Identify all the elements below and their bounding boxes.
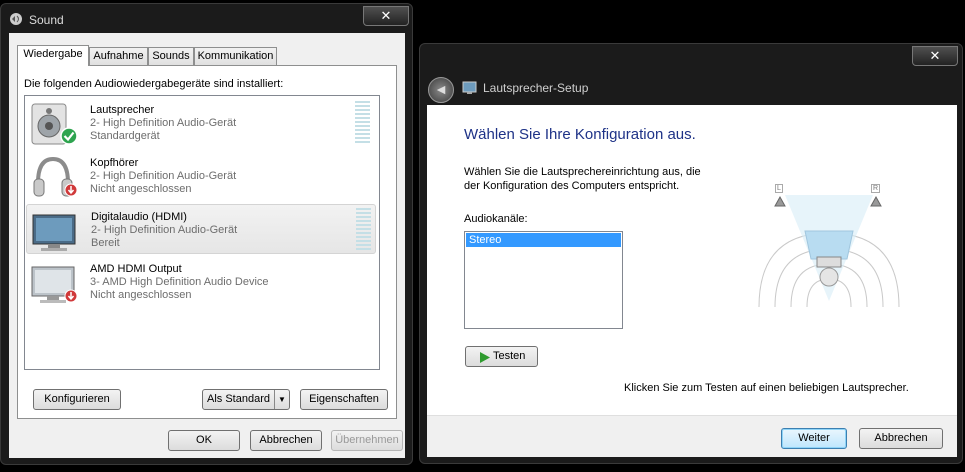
back-arrow-icon[interactable]: ◄ <box>428 77 454 103</box>
description-line-1: Wählen Sie die Lautsprechereinrichtung a… <box>464 166 701 178</box>
device-description: 2- High Definition Audio-Gerät <box>90 117 237 129</box>
speaker-right-label: R <box>871 184 881 193</box>
device-name: Lautsprecher <box>90 104 155 116</box>
device-item-amd-hdmi-output[interactable]: AMD HDMI Output 3- AMD High Definition A… <box>26 257 376 307</box>
unplugged-icon <box>64 289 78 306</box>
device-status: Nicht angeschlossen <box>90 183 192 195</box>
device-description: 2- High Definition Audio-Gerät <box>90 170 237 182</box>
hint-text: Klicken Sie zum Testen auf einen beliebi… <box>624 382 909 394</box>
tab-wiedergabe[interactable]: Wiedergabe <box>17 45 89 66</box>
properties-button[interactable]: Eigenschaften <box>300 389 388 410</box>
channel-option-stereo[interactable]: Stereo <box>466 233 621 247</box>
sound-titlebar[interactable]: Sound ✕ <box>1 4 412 34</box>
monitor-icon <box>31 209 77 253</box>
device-status: Bereit <box>91 237 120 249</box>
play-icon <box>479 351 490 370</box>
sound-client: Wiedergabe Aufnahme Sounds Kommunikation… <box>9 33 405 458</box>
apply-button[interactable]: Übernehmen <box>331 430 403 451</box>
set-default-button[interactable]: Als Standard ▼ <box>202 389 290 410</box>
ok-button[interactable]: OK <box>168 430 240 451</box>
device-description: 2- High Definition Audio-Gerät <box>91 224 238 236</box>
tab-sounds[interactable]: Sounds <box>148 47 194 65</box>
right-speaker-icon[interactable] <box>869 195 883 210</box>
setup-cancel-button[interactable]: Abbrechen <box>859 428 943 449</box>
tab-aufnahme[interactable]: Aufnahme <box>89 47 148 65</box>
next-button[interactable]: Weiter <box>781 428 847 449</box>
channels-label: Audiokanäle: <box>464 213 528 225</box>
device-status: Nicht angeschlossen <box>90 289 192 301</box>
test-button[interactable]: Testen <box>465 346 538 367</box>
description-line-2: der Konfiguration des Computers entspric… <box>464 180 680 192</box>
audio-channels-list[interactable]: Stereo <box>464 231 623 329</box>
volume-meter <box>356 208 371 252</box>
test-label: Testen <box>493 350 526 362</box>
default-check-icon <box>60 127 78 148</box>
sound-close-button[interactable]: ✕ <box>363 6 409 26</box>
set-default-label: Als Standard <box>207 393 270 405</box>
speaker-left-label: L <box>775 184 783 193</box>
sound-dialog: Sound ✕ Wiedergabe Aufnahme Sounds Kommu… <box>0 3 413 465</box>
device-item-digitalaudio-hdmi[interactable]: Digitalaudio (HDMI) 2- High Definition A… <box>26 204 376 254</box>
unplugged-icon <box>64 183 78 200</box>
chevron-down-icon[interactable]: ▼ <box>274 390 289 409</box>
cancel-button[interactable]: Abbrechen <box>250 430 322 451</box>
device-item-kopfhoerer[interactable]: Kopfhörer 2- High Definition Audio-Gerät… <box>26 151 376 201</box>
setup-close-button[interactable]: ✕ <box>912 46 958 66</box>
setup-title: Lautsprecher-Setup <box>483 81 589 95</box>
speaker-setup-dialog: ✕ ◄ Lautsprecher-Setup Wählen Sie Ihre K… <box>419 43 963 464</box>
left-speaker-icon[interactable] <box>773 195 787 210</box>
device-description: 3- AMD High Definition Audio Device <box>90 276 269 288</box>
device-name: Digitalaudio (HDMI) <box>91 211 187 223</box>
sound-title: Sound <box>29 13 64 27</box>
tab-kommunikation[interactable]: Kommunikation <box>194 47 277 65</box>
instruction-text: Die folgenden Audiowiedergabegeräte sind… <box>24 78 284 90</box>
configure-button[interactable]: Konfigurieren <box>33 389 121 410</box>
device-status: Standardgerät <box>90 130 160 142</box>
sound-app-icon <box>9 12 23 26</box>
device-list[interactable]: Lautsprecher 2- High Definition Audio-Ge… <box>24 95 380 370</box>
device-item-lautsprecher[interactable]: Lautsprecher 2- High Definition Audio-Ge… <box>26 98 376 148</box>
volume-meter <box>355 101 370 145</box>
page-title: Wählen Sie Ihre Konfiguration aus. <box>464 126 696 143</box>
device-name: AMD HDMI Output <box>90 263 182 275</box>
device-name: Kopfhörer <box>90 157 139 169</box>
setup-app-icon <box>462 81 478 98</box>
speaker-diagram[interactable]: L R <box>755 181 903 311</box>
